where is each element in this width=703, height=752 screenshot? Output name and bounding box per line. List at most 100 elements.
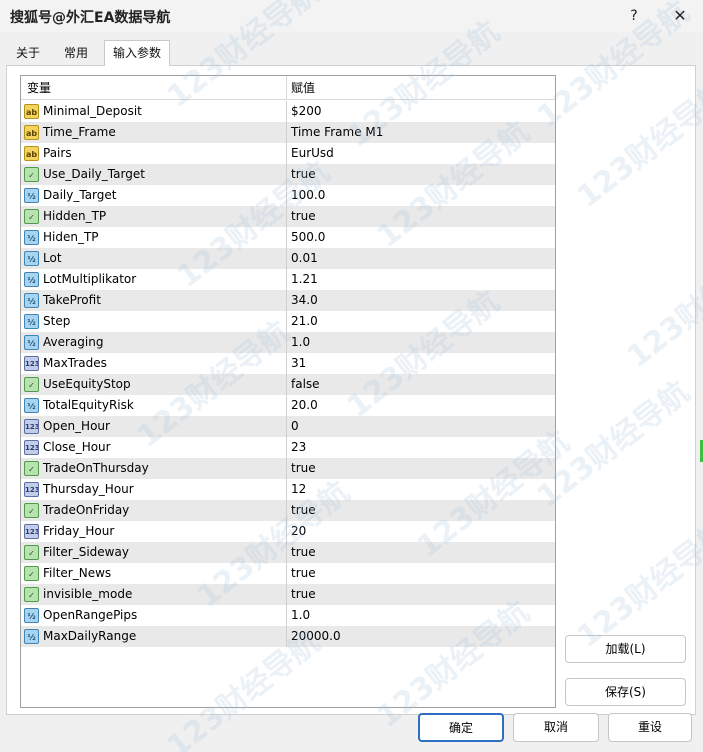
table-row[interactable]: ✓ TradeOnThursday true (21, 458, 555, 479)
table-row[interactable]: ✓ TradeOnFriday true (21, 500, 555, 521)
table-row[interactable]: ½ OpenRangePips 1.0 (21, 605, 555, 626)
variable-cell: ✓ Use_Daily_Target (21, 164, 287, 185)
value-cell[interactable]: 500.0 (291, 227, 325, 248)
value-cell[interactable]: false (291, 374, 320, 395)
column-header-value[interactable]: 赋值 (291, 76, 315, 100)
value-cell[interactable]: true (291, 500, 316, 521)
variable-name: Friday_Hour (43, 524, 115, 538)
value-cell[interactable]: true (291, 458, 316, 479)
help-icon[interactable]: ? (620, 4, 648, 28)
parameters-grid: 变量 赋值 ab Minimal_Deposit $200 ab Time_Frame T… (20, 75, 556, 708)
table-row[interactable]: ✓ invisible_mode true (21, 584, 555, 605)
variable-cell: ½ Lot (21, 248, 287, 269)
variable-name: LotMultiplikator (43, 272, 137, 286)
value-cell[interactable]: true (291, 542, 316, 563)
table-row[interactable]: ½ Step 21.0 (21, 311, 555, 332)
table-row[interactable]: ✓ Filter_News true (21, 563, 555, 584)
variable-name: Lot (43, 251, 62, 265)
close-icon[interactable]: ✕ (666, 4, 694, 28)
variable-name: invisible_mode (43, 587, 133, 601)
table-row[interactable]: 123 MaxTrades 31 (21, 353, 555, 374)
table-row[interactable]: ½ Daily_Target 100.0 (21, 185, 555, 206)
table-row[interactable]: 123 Thursday_Hour 12 (21, 479, 555, 500)
column-divider[interactable] (286, 76, 287, 100)
table-row[interactable]: ✓ Filter_Sideway true (21, 542, 555, 563)
value-cell[interactable]: true (291, 584, 316, 605)
value-cell[interactable]: Time Frame M1 (291, 122, 383, 143)
grid-header: 变量 赋值 (21, 76, 555, 100)
variable-cell: ab Minimal_Deposit (21, 101, 287, 122)
double-type-icon: ½ (24, 608, 39, 623)
variable-cell: ½ OpenRangePips (21, 605, 287, 626)
value-cell[interactable]: 1.0 (291, 605, 310, 626)
ok-button[interactable]: 确定 (418, 713, 504, 742)
column-header-variable[interactable]: 变量 (27, 76, 51, 100)
tab-about[interactable]: 关于 (8, 42, 48, 65)
value-cell[interactable]: 0 (291, 416, 299, 437)
value-cell[interactable]: 21.0 (291, 311, 318, 332)
variable-cell: ✓ invisible_mode (21, 584, 287, 605)
value-cell[interactable]: 23 (291, 437, 306, 458)
bool-type-icon: ✓ (24, 461, 39, 476)
variable-name: Use_Daily_Target (43, 167, 145, 181)
value-cell[interactable]: true (291, 164, 316, 185)
value-cell[interactable]: 100.0 (291, 185, 325, 206)
value-cell[interactable]: EurUsd (291, 143, 334, 164)
variable-cell: ✓ Hidden_TP (21, 206, 287, 227)
table-row[interactable]: ½ Hiden_TP 500.0 (21, 227, 555, 248)
table-row[interactable]: ab Minimal_Deposit $200 (21, 101, 555, 122)
value-cell[interactable]: 12 (291, 479, 306, 500)
variable-name: Hidden_TP (43, 209, 107, 223)
variable-name: Open_Hour (43, 419, 110, 433)
bool-type-icon: ✓ (24, 587, 39, 602)
value-cell[interactable]: 20 (291, 521, 306, 542)
string-type-icon: ab (24, 146, 39, 161)
table-row[interactable]: ab Time_Frame Time Frame M1 (21, 122, 555, 143)
variable-cell: ½ TotalEquityRisk (21, 395, 287, 416)
double-type-icon: ½ (24, 398, 39, 413)
table-row[interactable]: 123 Open_Hour 0 (21, 416, 555, 437)
value-cell[interactable]: 1.21 (291, 269, 318, 290)
bool-type-icon: ✓ (24, 503, 39, 518)
variable-cell: ½ TakeProfit (21, 290, 287, 311)
variable-cell: 123 MaxTrades (21, 353, 287, 374)
value-cell[interactable]: 0.01 (291, 248, 318, 269)
tab-input-parameters[interactable]: 输入参数 (104, 40, 171, 66)
value-cell[interactable]: 31 (291, 353, 306, 374)
table-row[interactable]: ½ Averaging 1.0 (21, 332, 555, 353)
variable-name: Hiden_TP (43, 230, 99, 244)
table-row[interactable]: 123 Close_Hour 23 (21, 437, 555, 458)
cancel-button[interactable]: 取消 (513, 713, 599, 742)
table-row[interactable]: ½ TotalEquityRisk 20.0 (21, 395, 555, 416)
value-cell[interactable]: 20.0 (291, 395, 318, 416)
variable-name: MaxTrades (43, 356, 107, 370)
table-row[interactable]: ½ MaxDailyRange 20000.0 (21, 626, 555, 647)
value-cell[interactable]: true (291, 563, 316, 584)
variable-name: TakeProfit (43, 293, 101, 307)
variable-cell: ab Pairs (21, 143, 287, 164)
value-cell[interactable]: true (291, 206, 316, 227)
table-row[interactable]: ✓ Hidden_TP true (21, 206, 555, 227)
value-cell[interactable]: 34.0 (291, 290, 318, 311)
variable-name: UseEquityStop (43, 377, 131, 391)
table-row[interactable]: ½ Lot 0.01 (21, 248, 555, 269)
value-cell[interactable]: 20000.0 (291, 626, 341, 647)
tab-common[interactable]: 常用 (56, 42, 96, 65)
variable-name: Pairs (43, 146, 72, 160)
variable-name: Filter_News (43, 566, 112, 580)
bool-type-icon: ✓ (24, 167, 39, 182)
variable-cell: ab Time_Frame (21, 122, 287, 143)
value-cell[interactable]: $200 (291, 101, 322, 122)
reset-button[interactable]: 重设 (608, 713, 692, 742)
variable-name: Close_Hour (43, 440, 111, 454)
table-row[interactable]: 123 Friday_Hour 20 (21, 521, 555, 542)
table-row[interactable]: ab Pairs EurUsd (21, 143, 555, 164)
table-row[interactable]: ½ TakeProfit 34.0 (21, 290, 555, 311)
load-button[interactable]: 加载(L) (565, 635, 686, 663)
save-button[interactable]: 保存(S) (565, 678, 686, 706)
value-cell[interactable]: 1.0 (291, 332, 310, 353)
table-row[interactable]: ✓ Use_Daily_Target true (21, 164, 555, 185)
table-row[interactable]: ✓ UseEquityStop false (21, 374, 555, 395)
table-row[interactable]: ½ LotMultiplikator 1.21 (21, 269, 555, 290)
variable-cell: ½ MaxDailyRange (21, 626, 287, 647)
